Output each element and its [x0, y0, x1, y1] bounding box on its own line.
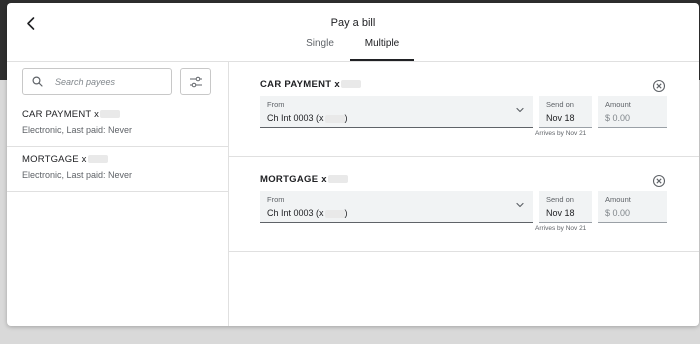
payment-payee-name: MORTGAGE x [260, 174, 327, 185]
search-icon [32, 76, 43, 87]
from-value-row: Ch Int 0003 (x) [267, 208, 348, 218]
redacted-account-mask [324, 209, 345, 218]
from-account-select[interactable]: From Ch Int 0003 (x) [260, 191, 533, 223]
amount-label: Amount [605, 195, 631, 204]
amount-label: Amount [605, 100, 631, 109]
sliders-icon [190, 76, 202, 88]
payment-card: CAR PAYMENT x From Ch Int 0003 (x) Send … [229, 62, 699, 157]
remove-payment-button[interactable] [652, 79, 666, 93]
chevron-down-icon [516, 107, 524, 113]
close-circle-icon [652, 79, 666, 93]
from-account-select[interactable]: From Ch Int 0003 (x) [260, 96, 533, 128]
payment-list: CAR PAYMENT x From Ch Int 0003 (x) Send … [229, 62, 699, 326]
arrives-by-text: Arrives by Nov 21 [535, 130, 587, 137]
payment-payee-row: MORTGAGE x [260, 174, 348, 185]
send-on-label: Send on [546, 195, 574, 204]
payee-subtitle: Electronic, Last paid: Never [22, 125, 133, 135]
redacted-account-mask [100, 110, 121, 119]
amount-input[interactable] [605, 112, 660, 124]
from-account-suffix: ) [344, 113, 348, 123]
remove-payment-button[interactable] [652, 174, 666, 188]
dialog-header: Pay a bill Single Multiple [7, 3, 699, 62]
send-on-value: Nov 18 [546, 113, 575, 123]
filter-button[interactable] [180, 68, 211, 95]
payee-name: MORTGAGE x [22, 154, 87, 165]
send-on-date-field[interactable]: Send on Nov 18 [539, 191, 592, 223]
redacted-account-mask [327, 175, 348, 184]
from-account-value: Ch Int 0003 (x [267, 113, 324, 123]
from-value-row: Ch Int 0003 (x) [267, 113, 348, 123]
tab-bar: Single Multiple [7, 38, 699, 61]
amount-field: Amount [598, 191, 667, 223]
from-label: From [267, 195, 285, 204]
chevron-down-icon [516, 202, 524, 208]
amount-input[interactable] [605, 207, 660, 219]
payee-sidebar: CAR PAYMENT x Electronic, Last paid: Nev… [7, 62, 229, 326]
payee-subtitle: Electronic, Last paid: Never [22, 170, 133, 180]
payment-payee-name: CAR PAYMENT x [260, 79, 340, 90]
tab-multiple[interactable]: Multiple [350, 38, 414, 61]
redacted-account-mask [87, 155, 108, 164]
amount-field: Amount [598, 96, 667, 128]
payment-payee-row: CAR PAYMENT x [260, 79, 361, 90]
search-box [22, 68, 172, 95]
search-input[interactable] [55, 75, 165, 89]
payee-name-row: MORTGAGE x [22, 154, 108, 165]
arrives-by-text: Arrives by Nov 21 [535, 225, 587, 232]
send-on-date-field[interactable]: Send on Nov 18 [539, 96, 592, 128]
send-on-label: Send on [546, 100, 574, 109]
tab-single[interactable]: Single [301, 38, 339, 61]
send-on-value: Nov 18 [546, 208, 575, 218]
from-account-value: Ch Int 0003 (x [267, 208, 324, 218]
payee-name-row: CAR PAYMENT x [22, 109, 121, 120]
payment-card: MORTGAGE x From Ch Int 0003 (x) Send on … [229, 157, 699, 252]
page-title: Pay a bill [330, 17, 376, 29]
payee-list-item[interactable]: MORTGAGE x Electronic, Last paid: Never [7, 146, 228, 192]
from-account-suffix: ) [344, 208, 348, 218]
close-circle-icon [652, 174, 666, 188]
pay-bill-dialog: Pay a bill Single Multiple CAR PAYMENT x [7, 3, 699, 326]
payee-list-item[interactable]: CAR PAYMENT x Electronic, Last paid: Nev… [7, 101, 228, 147]
redacted-account-mask [340, 80, 361, 89]
from-label: From [267, 100, 285, 109]
payee-name: CAR PAYMENT x [22, 109, 100, 120]
redacted-account-mask [324, 114, 345, 123]
